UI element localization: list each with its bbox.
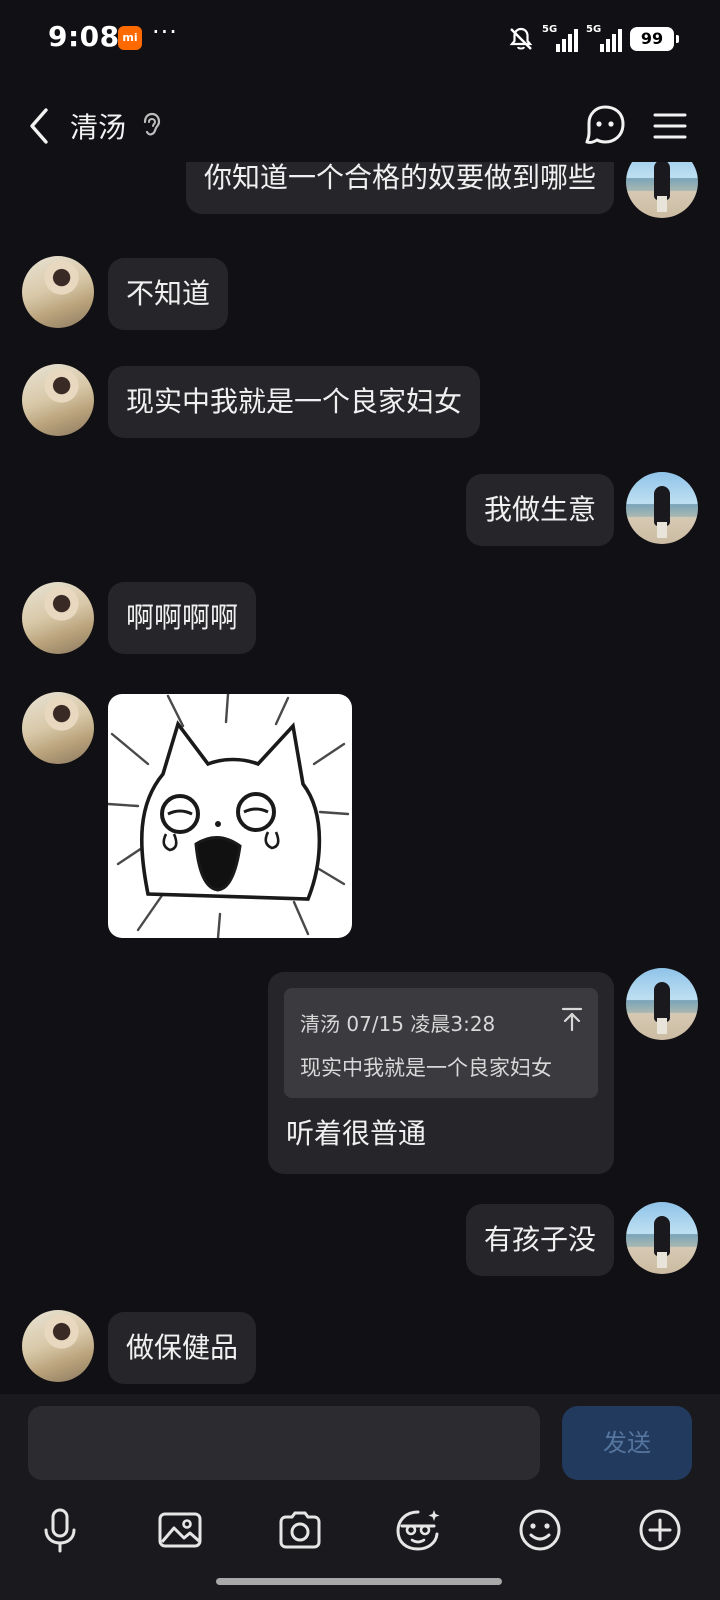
- sticker-face-icon[interactable]: [394, 1506, 442, 1554]
- camera-icon[interactable]: [276, 1506, 324, 1554]
- avatar-contact[interactable]: [22, 1310, 94, 1382]
- status-bar: 9:08 mi ··· 5G 5G 99: [0, 0, 720, 80]
- microphone-icon[interactable]: [36, 1506, 84, 1554]
- composer: 发送: [0, 1394, 720, 1600]
- avatar-self[interactable]: [626, 968, 698, 1040]
- avatar-contact[interactable]: [22, 692, 94, 764]
- message-bubble-received[interactable]: 不知道: [108, 258, 229, 330]
- quoted-message[interactable]: 清汤 07/15 凌晨3:28 现实中我就是一个良家妇女: [284, 988, 598, 1098]
- emoji-icon[interactable]: [516, 1506, 564, 1554]
- message-bubble-sent-quote[interactable]: 清汤 07/15 凌晨3:28 现实中我就是一个良家妇女 听着很普通: [268, 972, 614, 1174]
- message-input[interactable]: [28, 1406, 540, 1480]
- image-icon[interactable]: [156, 1506, 204, 1554]
- ear-icon[interactable]: [140, 110, 162, 140]
- status-time: 9:08: [48, 20, 120, 53]
- ghost-icon[interactable]: [584, 104, 626, 148]
- message-list[interactable]: 你知道一个合格的奴要做到哪些 不知道 现实中我就是一个良家妇女 我做生意 啊啊啊…: [0, 162, 720, 1394]
- signal-5g-icon: 5G: [586, 24, 622, 52]
- send-button[interactable]: 发送: [562, 1406, 692, 1480]
- jump-to-quote-icon[interactable]: [560, 1006, 584, 1032]
- reply-text: 听着很普通: [286, 1117, 427, 1150]
- avatar-self[interactable]: [626, 162, 698, 218]
- crying-cat-sticker[interactable]: [108, 694, 352, 938]
- quote-text: 现实中我就是一个良家妇女: [300, 1056, 552, 1080]
- battery-icon: 99: [630, 27, 679, 51]
- avatar-contact[interactable]: [22, 582, 94, 654]
- message-bubble-sent[interactable]: 你知道一个合格的奴要做到哪些: [185, 162, 614, 214]
- avatar-self[interactable]: [626, 472, 698, 544]
- mi-badge-icon: mi: [118, 26, 142, 50]
- menu-icon[interactable]: [652, 108, 688, 144]
- message-bubble-received[interactable]: 现实中我就是一个良家妇女: [108, 366, 481, 438]
- bell-muted-icon: [509, 27, 533, 50]
- message-bubble-sent[interactable]: 我做生意: [465, 474, 614, 546]
- message-bubble-received[interactable]: 啊啊啊啊: [108, 582, 257, 654]
- composer-toolbar: [0, 1502, 720, 1562]
- status-icons: 5G 5G 99: [508, 24, 679, 54]
- message-bubble-sent[interactable]: 有孩子没: [465, 1204, 614, 1276]
- back-arrow-icon[interactable]: [22, 104, 58, 148]
- more-notifications-icon: ···: [152, 18, 178, 46]
- quote-meta: 清汤 07/15 凌晨3:28: [300, 1012, 496, 1036]
- avatar-self[interactable]: [626, 1202, 698, 1274]
- plus-icon[interactable]: [636, 1506, 684, 1554]
- avatar-contact[interactable]: [22, 256, 94, 328]
- avatar-contact[interactable]: [22, 364, 94, 436]
- message-bubble-received[interactable]: 做保健品: [108, 1312, 257, 1384]
- chat-header: 清汤: [0, 90, 720, 162]
- home-indicator[interactable]: [216, 1578, 502, 1585]
- signal-5g-icon: 5G: [542, 24, 578, 52]
- chat-title[interactable]: 清汤: [70, 106, 126, 146]
